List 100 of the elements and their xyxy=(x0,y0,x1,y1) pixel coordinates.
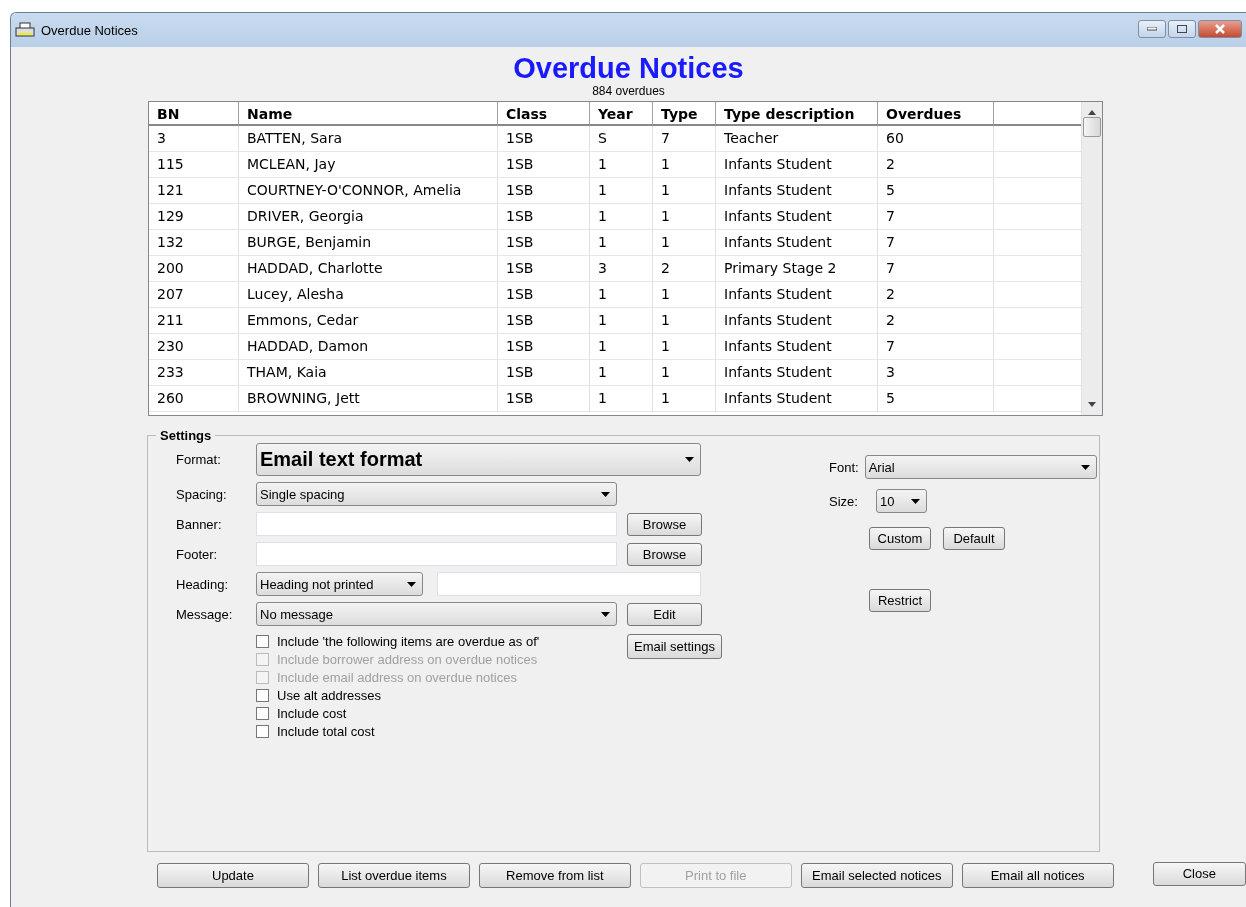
dropdown[interactable]: Single spacing xyxy=(256,482,617,506)
caret-icon xyxy=(910,498,920,504)
table-cell: 1SB xyxy=(498,204,590,230)
table-cell: Infants Student xyxy=(716,308,878,334)
table-cell: DRIVER, Georgia xyxy=(239,204,498,230)
maximize-button[interactable] xyxy=(1168,20,1196,38)
window-title: Overdue Notices xyxy=(41,22,138,38)
column-header[interactable]: Overdues xyxy=(878,102,994,126)
close-icon xyxy=(1214,24,1226,34)
browse-button[interactable]: Browse xyxy=(627,512,702,536)
table-cell: 1 xyxy=(590,360,653,386)
caret-icon xyxy=(685,457,694,462)
input-field[interactable] xyxy=(256,512,617,536)
field-label: Footer: xyxy=(176,546,219,562)
dropdown[interactable]: Email text format xyxy=(256,443,701,476)
table-cell: 2 xyxy=(653,256,716,282)
table-cell: 2 xyxy=(878,308,994,334)
table-cell: 2 xyxy=(878,152,994,178)
action-button[interactable]: Update xyxy=(157,863,309,888)
dropdown[interactable]: 10 xyxy=(875,489,927,513)
column-header[interactable]: Class xyxy=(498,102,590,126)
dropdown[interactable]: No message xyxy=(256,602,617,626)
checkbox[interactable] xyxy=(256,707,269,720)
table-cell: BURGE, Benjamin xyxy=(239,230,498,256)
table-cell: 1 xyxy=(653,360,716,386)
checkbox-option[interactable]: Use alt addresses xyxy=(256,688,616,703)
table-cell: 1 xyxy=(590,308,653,334)
table-cell: 1SB xyxy=(498,152,590,178)
table-cell: 1SB xyxy=(498,256,590,282)
column-header[interactable]: Type xyxy=(653,102,716,126)
table-cell: 3 xyxy=(149,126,239,152)
input-field[interactable] xyxy=(437,572,701,596)
column-header[interactable]: Type description xyxy=(716,102,878,126)
email-settings-button[interactable]: Email settings xyxy=(627,634,722,659)
default-button[interactable]: Default xyxy=(943,527,1005,550)
field-label: Banner: xyxy=(176,516,223,532)
column-header[interactable]: Name xyxy=(239,102,498,126)
caret-icon xyxy=(601,611,610,617)
table-cell: 1 xyxy=(653,308,716,334)
custom-button[interactable]: Custom xyxy=(869,527,931,550)
table-cell: Infants Student xyxy=(716,334,878,360)
edit-button[interactable]: Edit xyxy=(627,602,702,626)
action-button[interactable]: Email all notices xyxy=(961,863,1114,888)
table-cell: 1SB xyxy=(498,230,590,256)
column-header[interactable]: BN xyxy=(149,102,239,126)
table-cell: 7 xyxy=(878,204,994,230)
scroll-down-icon[interactable] xyxy=(1088,402,1096,407)
table-cell: 1SB xyxy=(498,178,590,204)
checkbox[interactable] xyxy=(256,635,269,648)
checkbox[interactable] xyxy=(256,689,269,702)
close-button[interactable]: Close xyxy=(1152,861,1246,886)
table-cell: BATTEN, Sara xyxy=(239,126,498,152)
table-cell: 207 xyxy=(149,282,239,308)
caret-icon xyxy=(407,581,416,587)
close-button[interactable] xyxy=(1198,20,1242,38)
field-label: Message: xyxy=(176,606,234,622)
table-cell: Infants Student xyxy=(716,282,878,308)
table-cell: 1SB xyxy=(498,386,590,412)
table-cell: 7 xyxy=(878,230,994,256)
column-header[interactable]: Year xyxy=(590,102,653,126)
table-cell: 1SB xyxy=(498,282,590,308)
scroll-thumb[interactable] xyxy=(1083,117,1101,137)
table-cell: 1 xyxy=(590,230,653,256)
table-cell: 1 xyxy=(653,334,716,360)
checkbox-option[interactable]: Include cost xyxy=(256,706,616,721)
dropdown[interactable]: Arial xyxy=(864,455,1097,479)
action-button[interactable]: List overdue items xyxy=(317,863,470,888)
table-cell: 1 xyxy=(590,334,653,360)
table-cell: 2 xyxy=(878,282,994,308)
table-cell: 1SB xyxy=(498,360,590,386)
scroll-up-icon[interactable] xyxy=(1088,110,1096,115)
table-cell: Primary Stage 2 xyxy=(716,256,878,282)
checkbox-option[interactable]: Include total cost xyxy=(256,724,616,739)
restrict-button[interactable]: Restrict xyxy=(869,589,931,612)
browse-button[interactable]: Browse xyxy=(627,542,702,566)
input-field[interactable] xyxy=(256,542,617,566)
table-cell: 230 xyxy=(149,334,239,360)
table-cell: 7 xyxy=(653,126,716,152)
table-cell: 233 xyxy=(149,360,239,386)
checkbox-option[interactable]: Include 'the following items are overdue as of' xyxy=(256,634,616,649)
table-cell: HADDAD, Damon xyxy=(239,334,498,360)
printer-icon xyxy=(15,22,35,38)
table-cell: Infants Student xyxy=(716,230,878,256)
scrollbar[interactable] xyxy=(1081,102,1102,415)
table-cell: 7 xyxy=(878,256,994,282)
table-cell: 1 xyxy=(653,386,716,412)
action-button[interactable]: Email selected notices xyxy=(800,863,953,888)
table-cell: Infants Student xyxy=(716,152,878,178)
table-cell: 1 xyxy=(590,178,653,204)
checkbox[interactable] xyxy=(256,725,269,738)
dropdown[interactable]: Heading not printed xyxy=(256,572,423,596)
table-cell: Lucey, Alesha xyxy=(239,282,498,308)
table-cell: 1 xyxy=(590,152,653,178)
table-cell: 1 xyxy=(653,230,716,256)
table-cell: COURTNEY-O'CONNOR, Amelia xyxy=(239,178,498,204)
settings-legend: Settings xyxy=(156,428,216,443)
table-cell: 60 xyxy=(878,126,994,152)
field-label: Font: xyxy=(829,459,859,475)
action-button[interactable]: Remove from list xyxy=(478,863,631,888)
table-cell: 121 xyxy=(149,178,239,204)
